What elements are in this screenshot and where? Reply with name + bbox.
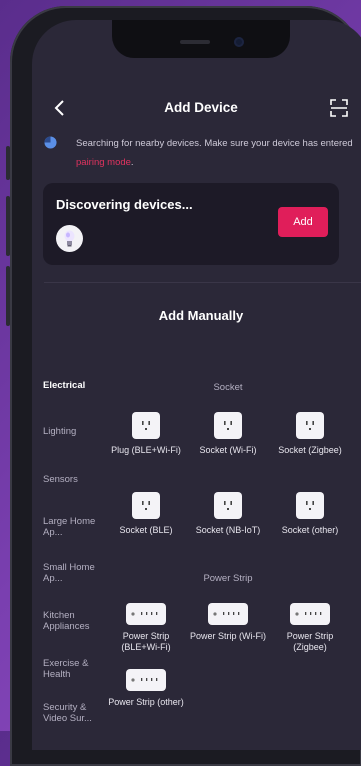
socket-icon: [214, 492, 242, 519]
device-socket-nb-iot[interactable]: Socket (NB-IoT): [188, 492, 268, 536]
add-button[interactable]: Add: [278, 207, 328, 237]
category-large-home-appliances[interactable]: Large Home Ap...: [43, 516, 98, 538]
category-lighting[interactable]: Lighting: [43, 426, 113, 437]
device-power-strip-other[interactable]: Power Strip (other): [106, 666, 186, 708]
app-screen: Add Device Searching for nearby devices.…: [32, 20, 361, 750]
scan-icon[interactable]: [330, 99, 348, 117]
device-socket-zigbee[interactable]: Socket (Zigbee): [270, 412, 350, 456]
device-power-strip-wifi[interactable]: Power Strip (Wi-Fi): [188, 600, 268, 642]
device-power-strip-ble-wifi[interactable]: Power Strip (BLE+Wi-Fi): [106, 600, 186, 653]
category-security-video[interactable]: Security & Video Sur...: [43, 702, 98, 724]
discovered-device-icon: [56, 225, 83, 252]
socket-icon: [214, 412, 242, 439]
searching-spinner-icon: [44, 136, 57, 149]
divider: [44, 282, 361, 283]
notch: [112, 20, 290, 58]
category-sensors[interactable]: Sensors: [43, 474, 113, 485]
discovering-label: Discovering devices...: [56, 197, 193, 212]
section-title-power-strip: Power Strip: [203, 573, 253, 584]
device-plug-ble-wifi[interactable]: Plug (BLE+Wi-Fi): [106, 412, 186, 456]
socket-icon: [296, 412, 324, 439]
search-message: Searching for nearby devices. Make sure …: [76, 138, 353, 168]
pairing-mode-link[interactable]: pairing mode: [76, 157, 131, 168]
volume-up-button: [6, 196, 10, 256]
add-manually-heading: Add Manually: [158, 308, 244, 323]
device-power-strip-zigbee[interactable]: Power Strip (Zigbee): [270, 600, 350, 653]
device-socket-ble[interactable]: Socket (BLE): [106, 492, 186, 536]
power-strip-icon: [126, 669, 166, 691]
volume-down-button: [6, 266, 10, 326]
power-strip-icon: [290, 603, 330, 625]
socket-icon: [296, 492, 324, 519]
mute-switch: [6, 146, 10, 180]
category-electrical[interactable]: Electrical: [43, 380, 113, 391]
category-kitchen-appliances[interactable]: Kitchen Appliances: [43, 610, 98, 632]
front-camera: [234, 37, 244, 47]
socket-icon: [132, 412, 160, 439]
category-exercise-health[interactable]: Exercise & Health: [43, 658, 98, 680]
device-socket-wifi[interactable]: Socket (Wi-Fi): [188, 412, 268, 456]
page-title: Add Device: [164, 100, 238, 115]
power-strip-icon: [126, 603, 166, 625]
header: Add Device: [32, 96, 361, 122]
discovery-card: Discovering devices... Add: [43, 183, 339, 265]
power-strip-icon: [208, 603, 248, 625]
socket-icon: [132, 492, 160, 519]
category-small-home-appliances[interactable]: Small Home Ap...: [43, 562, 98, 584]
device-socket-other[interactable]: Socket (other): [270, 492, 350, 536]
speaker: [180, 40, 210, 44]
section-title-socket: Socket: [213, 382, 243, 393]
